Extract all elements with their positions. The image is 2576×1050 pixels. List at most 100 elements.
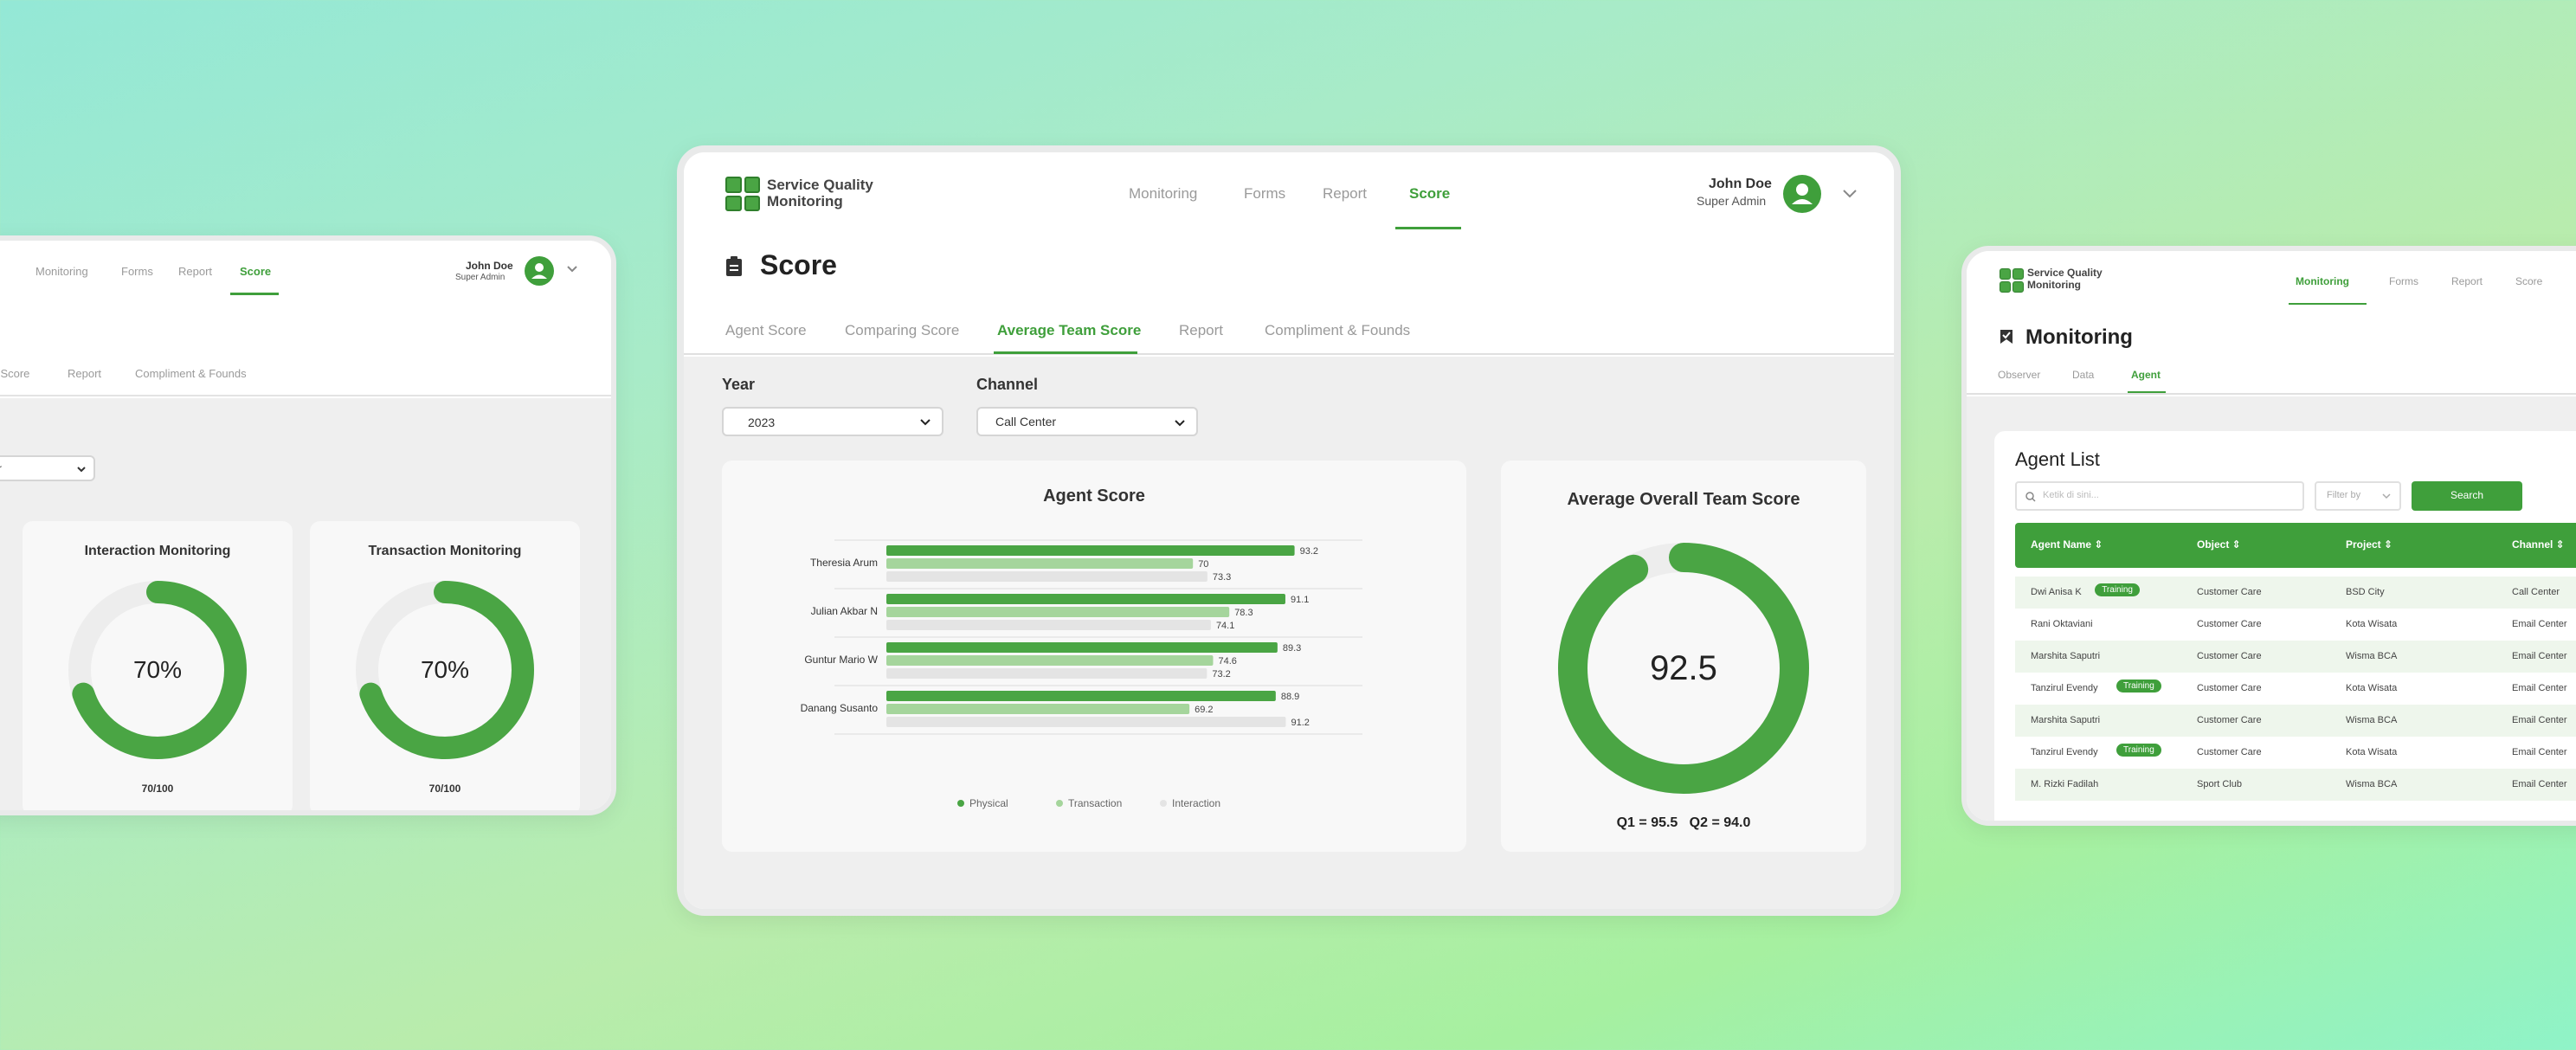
channel-value: Call Center xyxy=(995,415,1057,428)
cell-channel: Email Center xyxy=(2512,715,2567,725)
legend-marker xyxy=(1056,800,1063,807)
chevron-down-icon[interactable] xyxy=(566,265,578,274)
nav-report[interactable]: Report xyxy=(178,265,212,278)
user-name: John Doe xyxy=(1709,177,1772,191)
bar-value-label: 91.1 xyxy=(1291,595,1309,605)
right-header: Service Quality Monitoring Monitoring Fo… xyxy=(1967,251,2576,320)
cell-project: Wisma BCA xyxy=(2346,779,2398,789)
brand-name-line1: Service Quality xyxy=(2027,267,2103,279)
bar-value-label: 89.3 xyxy=(1283,643,1301,654)
search-input[interactable]: Ketik di sini... xyxy=(2015,481,2304,511)
tab-score[interactable]: m Score xyxy=(0,367,29,380)
tab-report[interactable]: Report xyxy=(1179,322,1223,339)
nav-forms[interactable]: Forms xyxy=(2389,275,2418,287)
bar-value-label: 73.3 xyxy=(1213,572,1231,583)
agent-list-card: Agent List Ketik di sini... Filter by Se… xyxy=(1994,431,2576,821)
tab-compliment-founds[interactable]: Compliment & Founds xyxy=(1265,322,1410,339)
left-content: r Interaction Monitoring 70% 70/100 Tran… xyxy=(0,398,611,810)
tab-agent[interactable]: Agent xyxy=(2131,369,2161,381)
table-row[interactable]: Marshita Saputri Customer Care Wisma BCA Em… xyxy=(2015,641,2576,673)
cell-agent-name: Marshita Saputri xyxy=(2031,651,2101,661)
bar-value-label: 93.2 xyxy=(1300,546,1318,557)
cell-object: Customer Care xyxy=(2197,651,2262,661)
nav-score[interactable]: Score xyxy=(240,265,271,278)
legend-label: Transaction xyxy=(1068,797,1122,809)
nav-monitoring[interactable]: Monitoring xyxy=(1129,185,1197,203)
avatar[interactable] xyxy=(1783,175,1821,213)
search-button[interactable]: Search xyxy=(2412,481,2522,511)
nav-monitoring[interactable]: Monitoring xyxy=(35,265,88,278)
column-header-object[interactable]: Object ⇕ xyxy=(2197,538,2241,551)
chevron-down-icon[interactable] xyxy=(1842,189,1858,199)
bar-value-label: 91.2 xyxy=(1291,718,1309,728)
filter-select[interactable]: Filter by xyxy=(2315,481,2401,511)
cell-channel: Email Center xyxy=(2512,651,2567,661)
cell-agent-name: Marshita Saputri xyxy=(2031,715,2101,725)
nav-score[interactable]: Score xyxy=(1409,185,1450,203)
cell-project: Kota Wisata xyxy=(2346,747,2398,757)
nav-forms[interactable]: Forms xyxy=(121,265,153,278)
table-row[interactable]: Rani Oktaviani Customer Care Kota Wisata Em… xyxy=(2015,609,2576,641)
tab-agent-score[interactable]: Agent Score xyxy=(725,322,807,339)
page-title: Score xyxy=(760,249,837,280)
bar-interaction xyxy=(886,571,1208,582)
nav-active-underline xyxy=(230,293,279,295)
gauge-title: Transaction Monitoring xyxy=(368,544,522,558)
chevron-down-icon xyxy=(77,467,86,473)
nav-score[interactable]: Score xyxy=(2515,275,2542,287)
bar-value-label: 74.1 xyxy=(1216,621,1234,631)
column-label: Object xyxy=(2197,538,2230,551)
table-row[interactable]: Dwi Anisa K Customer Care BSD City Call Cen… xyxy=(2015,577,2576,609)
gauge-score: 70/100 xyxy=(428,783,461,795)
center-content: Year 2023 Channel Call Center Agent Scor… xyxy=(684,357,1894,909)
brand-logo-icon xyxy=(2000,268,2024,293)
search-placeholder: Ketik di sini... xyxy=(2043,490,2099,500)
cell-channel: Email Center xyxy=(2512,747,2567,757)
chevron-down-icon xyxy=(920,419,931,426)
monitoring-tabs: Observer Data Agent xyxy=(1967,360,2576,395)
nav-report[interactable]: Report xyxy=(1323,185,1367,203)
gauge-value: 70% xyxy=(420,656,470,683)
tab-active-underline xyxy=(994,351,1137,354)
clipboard-icon xyxy=(726,256,742,276)
column-header-project[interactable]: Project ⇕ xyxy=(2346,538,2392,551)
cell-project: Kota Wisata xyxy=(2346,683,2398,693)
gauge-card-transaction: Transaction Monitoring 70% 70/100 xyxy=(310,521,580,810)
cell-project: Wisma BCA xyxy=(2346,651,2398,661)
left-filter-dropdown[interactable]: r xyxy=(0,455,95,481)
nav-report[interactable]: Report xyxy=(2451,275,2483,287)
right-screen: Service Quality Monitoring Monitoring Fo… xyxy=(1961,246,2576,826)
bar-transaction xyxy=(886,607,1230,617)
tab-comparing-score[interactable]: Comparing Score xyxy=(845,322,959,339)
table-row[interactable]: M. Rizki Fadilah Sport Club Wisma BCA Email… xyxy=(2015,769,2576,801)
category-label: Julian Akbar N xyxy=(811,605,878,617)
filter-placeholder: Filter by xyxy=(2327,490,2361,500)
nav-monitoring[interactable]: Monitoring xyxy=(2296,275,2349,287)
column-label: Agent Name xyxy=(2031,538,2092,551)
tab-average-team-score[interactable]: Average Team Score xyxy=(997,322,1141,339)
bar-physical xyxy=(886,545,1295,556)
tab-observer[interactable]: Observer xyxy=(1998,369,2040,381)
year-dropdown[interactable]: 2023 xyxy=(722,407,943,436)
column-header-channel[interactable]: Channel ⇕ xyxy=(2512,538,2565,551)
table-row[interactable]: Marshita Saputri Customer Care Wisma BCA Em… xyxy=(2015,705,2576,737)
tab-compliment[interactable]: Compliment & Founds xyxy=(135,367,247,380)
table-row[interactable]: Tanzirul Evendy Customer Care Kota Wisata E… xyxy=(2015,673,2576,705)
brand-logo-icon xyxy=(725,177,760,211)
bar-interaction xyxy=(886,620,1211,630)
center-screen: Service Quality Monitoring Monitoring Fo… xyxy=(677,145,1901,916)
avatar[interactable] xyxy=(525,256,554,286)
right-content: Agent List Ketik di sini... Filter by Se… xyxy=(1967,396,2576,821)
tab-data[interactable]: Data xyxy=(2072,369,2094,381)
cell-agent-name: Dwi Anisa K xyxy=(2031,587,2082,597)
column-header-agent-name[interactable]: Agent Name ⇕ xyxy=(2031,538,2103,551)
training-badge: Training xyxy=(2116,680,2161,692)
channel-dropdown[interactable]: Call Center xyxy=(976,407,1198,436)
legend-label: Interaction xyxy=(1172,797,1220,809)
tab-report[interactable]: Report xyxy=(68,367,101,380)
nav-forms[interactable]: Forms xyxy=(1244,185,1285,203)
left-tabs: m Score Report Compliment & Founds xyxy=(0,362,611,396)
table-row[interactable]: Tanzirul Evendy Customer Care Kota Wisata E… xyxy=(2015,737,2576,769)
table-header: Agent Name ⇕ Object ⇕ Project ⇕ Channel … xyxy=(2015,523,2576,568)
left-screen: Monitoring Forms Report Score John Doe S… xyxy=(0,235,616,815)
